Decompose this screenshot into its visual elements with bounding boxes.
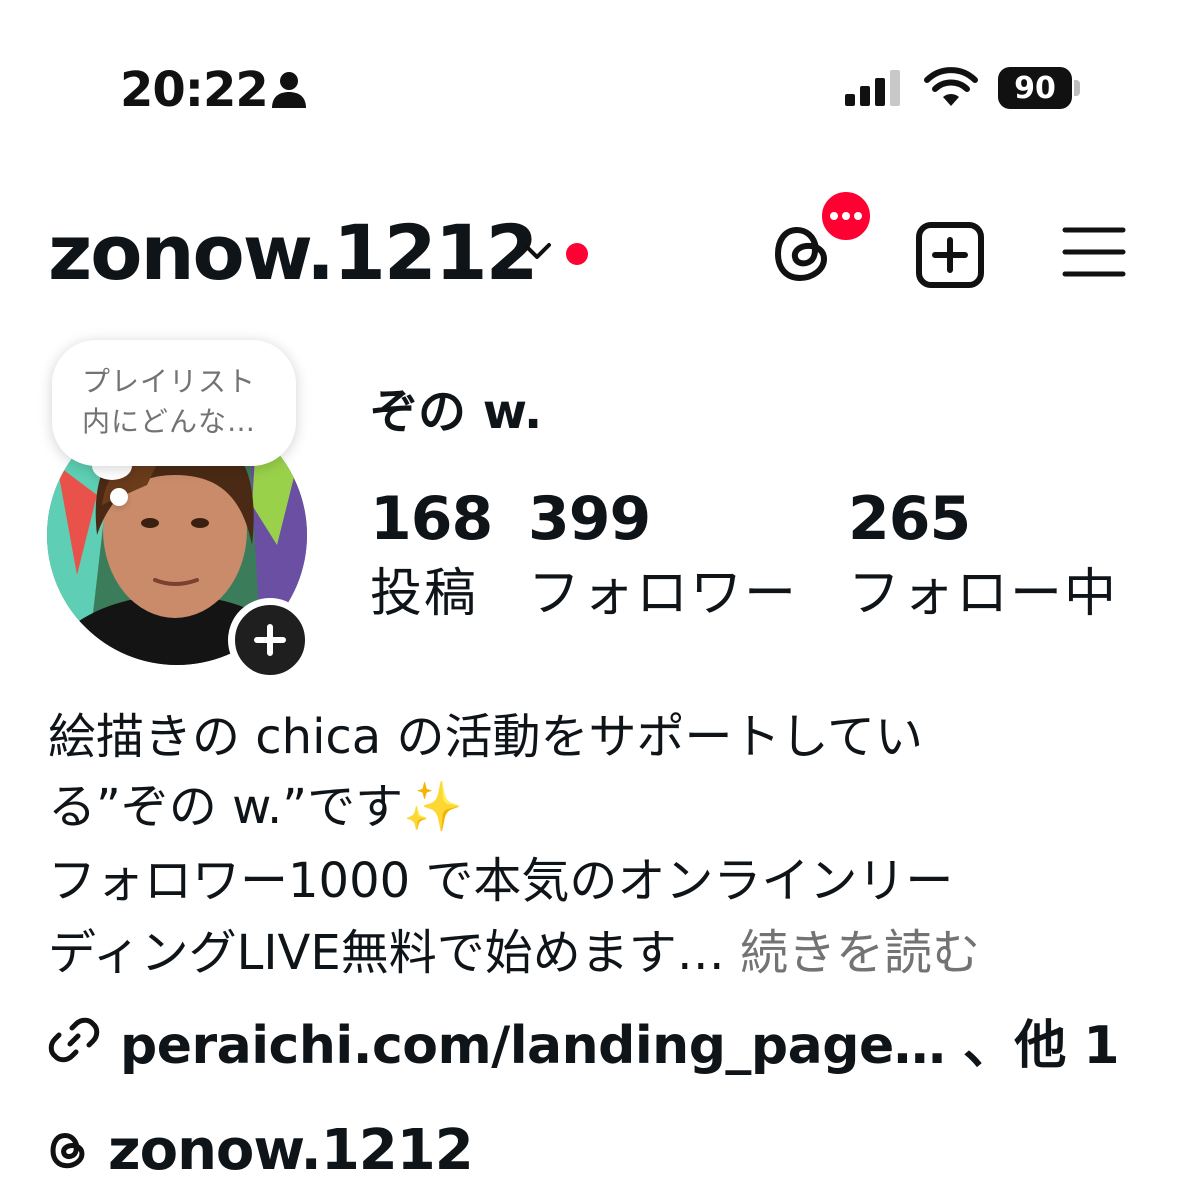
unread-dot: [566, 243, 588, 265]
display-name: ぞの w.: [370, 384, 543, 440]
threads-profile-row[interactable]: zonow.1212: [48, 1115, 474, 1185]
posts-label[interactable]: 投稿: [370, 562, 478, 626]
note-line-1: プレイリスト: [82, 365, 257, 398]
following-label[interactable]: フォロー中: [848, 562, 1118, 626]
bio-line-2: る”ぞの w.”です✨: [48, 772, 463, 842]
status-time: 20:22: [120, 62, 269, 118]
following-count[interactable]: 265: [848, 484, 971, 554]
battery-level: 90: [998, 67, 1072, 109]
account-switcher-username[interactable]: zonow.1212: [48, 208, 539, 298]
followers-label[interactable]: フォロワー: [528, 562, 798, 626]
bio-line-4: ディングLIVE無料で始めます… 続きを読む: [48, 918, 980, 988]
bio-line-2-text: る”ぞの w.”です: [48, 779, 404, 835]
followers-count[interactable]: 399: [528, 484, 651, 554]
external-links-row[interactable]: peraichi.com/landing_page… 、他 1: [48, 1003, 1120, 1078]
plus-square-icon[interactable]: [914, 220, 986, 290]
profile-note-bubble[interactable]: プレイリスト 内にどんな…: [52, 340, 296, 466]
bio-line-4-text: ディングLIVE無料で始めます…: [48, 925, 725, 981]
threads-handle[interactable]: zonow.1212: [108, 1118, 474, 1183]
external-link-text[interactable]: peraichi.com/landing_page… 、他 1: [120, 1003, 1120, 1078]
bio-line-1: 絵描きの chica の活動をサポートしてい: [48, 709, 924, 765]
threads-notification-badge: [818, 188, 874, 244]
read-more-link[interactable]: 続きを読む: [740, 925, 980, 981]
person-icon: [272, 72, 306, 108]
battery-indicator: 90: [998, 67, 1082, 109]
add-story-button[interactable]: [228, 598, 312, 682]
note-bubble-tail-dot: [110, 488, 128, 506]
posts-count[interactable]: 168: [370, 484, 493, 554]
cellular-signal-icon: [845, 70, 900, 106]
sparkles-emoji: ✨: [403, 779, 463, 835]
threads-icon: [50, 1133, 85, 1169]
wifi-icon: [924, 67, 978, 106]
chevron-down-icon[interactable]: [520, 238, 554, 264]
hamburger-menu-icon[interactable]: [1062, 222, 1126, 282]
note-line-2: 内にどんな…: [82, 405, 257, 438]
bio-line-3: フォロワー1000 で本気のオンラインリー: [48, 853, 954, 909]
link-icon: [48, 1017, 100, 1063]
